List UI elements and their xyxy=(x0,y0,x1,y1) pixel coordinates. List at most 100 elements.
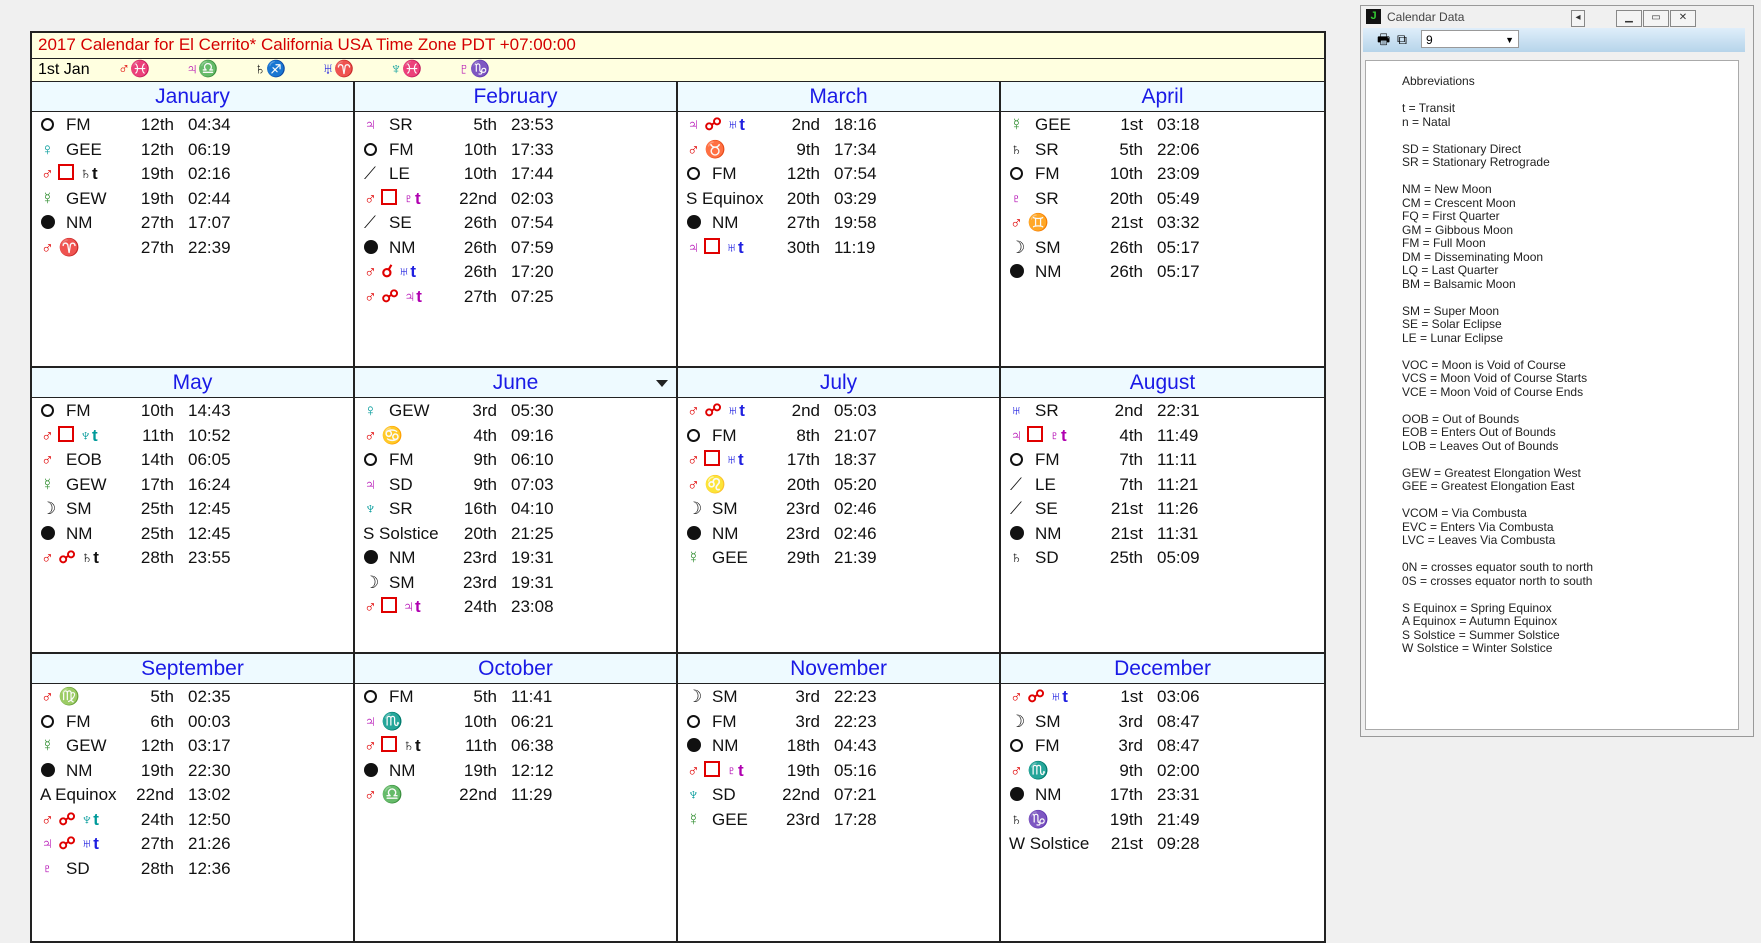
square-aspect-icon xyxy=(704,450,721,466)
copy-icon[interactable]: ⧉ xyxy=(1397,32,1413,47)
event-row: ♂ ☍ ♃t 27th 07:25 xyxy=(355,285,676,310)
event-label: SR xyxy=(1035,401,1059,420)
event-time: 12:45 xyxy=(188,499,231,518)
cancer-sign-icon: ♋ xyxy=(381,425,403,445)
print-icon[interactable]: 🖶 xyxy=(1377,32,1393,47)
event-time: 02:35 xyxy=(188,687,231,706)
scrollbar[interactable] xyxy=(1745,6,1753,736)
event-time: 23:55 xyxy=(188,548,231,567)
event-row: ♂ ♇t 22nd 02:03 xyxy=(355,187,676,212)
pluto-icon: ♇t xyxy=(402,188,421,208)
event-label: NM xyxy=(1035,785,1062,804)
event-row: ♇ SR 20th 05:49 xyxy=(1001,187,1324,212)
event-row: NM 26th 05:17 xyxy=(1001,260,1324,285)
close-button[interactable]: ✕ xyxy=(1670,10,1696,27)
event-row: ♂ ☍ ♄t 28th 23:55 xyxy=(32,546,353,571)
event-label: NM xyxy=(66,760,93,780)
event-day: 10th xyxy=(140,401,174,420)
event-row: NM 23rd 19:31 xyxy=(355,546,676,571)
event-time: 02:46 xyxy=(834,523,877,543)
virgo-sign-icon: ♍ xyxy=(58,687,80,706)
zodiac-sign-icon: ♈ xyxy=(334,61,354,78)
event-row: NM 25th 12:45 xyxy=(32,522,353,547)
font-size-select[interactable]: 9 ▼ xyxy=(1421,30,1519,48)
event-day: 1st xyxy=(1120,687,1143,706)
event-day: 17th xyxy=(140,474,174,494)
restore-left-icon[interactable]: ◂ xyxy=(1571,10,1585,27)
super-moon-icon: ☽ xyxy=(1010,711,1026,731)
event-day: 3rd xyxy=(1118,736,1143,755)
zodiac-sign-icon: ♑ xyxy=(470,61,490,78)
planet-position: ♃♎ xyxy=(186,59,254,81)
window-titlebar[interactable]: J Calendar Data ◂ ▁ ▭ ✕ xyxy=(1361,6,1753,28)
event-label: NM xyxy=(712,736,739,755)
event-row: ♇ SD 28th 12:36 xyxy=(32,857,353,882)
event-time: 09:16 xyxy=(511,425,554,445)
event-label: FM xyxy=(1035,164,1060,183)
app-icon: J xyxy=(1366,9,1381,24)
super-moon-icon: ☽ xyxy=(687,687,703,706)
jupiter-icon: ♃ xyxy=(687,237,705,257)
window-toolbar: 🖶 ⧉ 9 ▼ xyxy=(1363,28,1751,52)
event-symbol: ♂ ♄t xyxy=(41,162,131,186)
event-row: NM 21st 11:31 xyxy=(1001,522,1324,547)
abbreviations-panel: Abbreviations t = Transit n = Natal SD = St… xyxy=(1365,60,1739,730)
planet-position: ♄♐ xyxy=(254,59,322,81)
event-time: 17:07 xyxy=(188,213,231,232)
mars-icon: ♂ xyxy=(687,401,705,420)
square-aspect-icon xyxy=(58,164,75,180)
event-time: 05:17 xyxy=(1157,237,1200,257)
planet-glyph-icon: ♃ xyxy=(186,61,198,78)
event-time: 08:47 xyxy=(1157,711,1200,731)
minimize-button[interactable]: ▁ xyxy=(1616,10,1642,27)
event-day: 19th xyxy=(140,188,174,208)
event-day: 3rd xyxy=(1118,711,1143,731)
event-day: 4th xyxy=(1119,425,1143,445)
event-time: 17:20 xyxy=(511,262,554,281)
event-label: FM xyxy=(1035,736,1060,755)
mars-icon: ♂ xyxy=(41,687,59,706)
event-day: 20th xyxy=(463,523,497,543)
event-row: ♂ ♋ 4th 09:16 xyxy=(355,424,676,449)
event-day: 23rd xyxy=(462,572,497,592)
event-row: ♆ SR 16th 04:10 xyxy=(355,497,676,522)
event-day: 20th xyxy=(786,474,820,494)
event-day: 11th xyxy=(142,425,174,445)
event-row: ☿ GEE 29th 21:39 xyxy=(678,546,999,571)
event-row: ♃ ♅t 30th 11:19 xyxy=(678,236,999,261)
dropdown-arrow-icon[interactable] xyxy=(656,380,668,387)
event-day: 24th xyxy=(463,597,497,616)
event-time: 11:26 xyxy=(1157,499,1199,518)
event-label: NM xyxy=(712,523,739,543)
aries-sign-icon: ♈ xyxy=(58,237,80,257)
event-day: 22nd xyxy=(459,785,497,804)
uranus-icon: ♅t xyxy=(397,262,417,281)
square-aspect-icon xyxy=(381,597,398,613)
event-symbol: ♂ ♋ xyxy=(364,424,454,448)
event-label: SM xyxy=(712,687,738,706)
neptune-icon: ♆ xyxy=(364,499,377,518)
uranus-icon: ♅t xyxy=(725,450,744,469)
event-time: 21:25 xyxy=(511,523,554,543)
square-aspect-icon xyxy=(704,760,721,777)
event-day: 10th xyxy=(463,139,497,159)
planet-glyph-icon: ♂ xyxy=(118,61,130,78)
mars-icon: ♂ xyxy=(1010,213,1028,232)
saturn-icon: ♄t xyxy=(79,164,98,183)
maximize-button[interactable]: ▭ xyxy=(1643,10,1669,27)
event-time: 11:19 xyxy=(834,237,876,257)
event-label: GEW xyxy=(66,736,107,755)
event-day: 5th xyxy=(150,687,174,706)
abbreviation-line: Abbreviations xyxy=(1402,74,1475,88)
abbreviation-line: SR = Stationary Retrograde xyxy=(1402,155,1550,169)
event-list: FM 12th 04:34 ♀ GEE 12th 06:19 ♂ ♄t 19th 02:16 ☿ GE… xyxy=(32,112,353,260)
event-row: ♂ ♄t 19th 02:16 xyxy=(32,162,353,187)
month-header: September xyxy=(32,654,353,684)
event-time: 17:28 xyxy=(834,809,877,829)
new-moon-icon xyxy=(687,738,701,752)
event-time: 03:18 xyxy=(1157,115,1200,134)
uranus-icon: ♅t xyxy=(1049,687,1068,706)
event-day: 27th xyxy=(140,834,174,853)
event-time: 03:32 xyxy=(1157,213,1200,232)
